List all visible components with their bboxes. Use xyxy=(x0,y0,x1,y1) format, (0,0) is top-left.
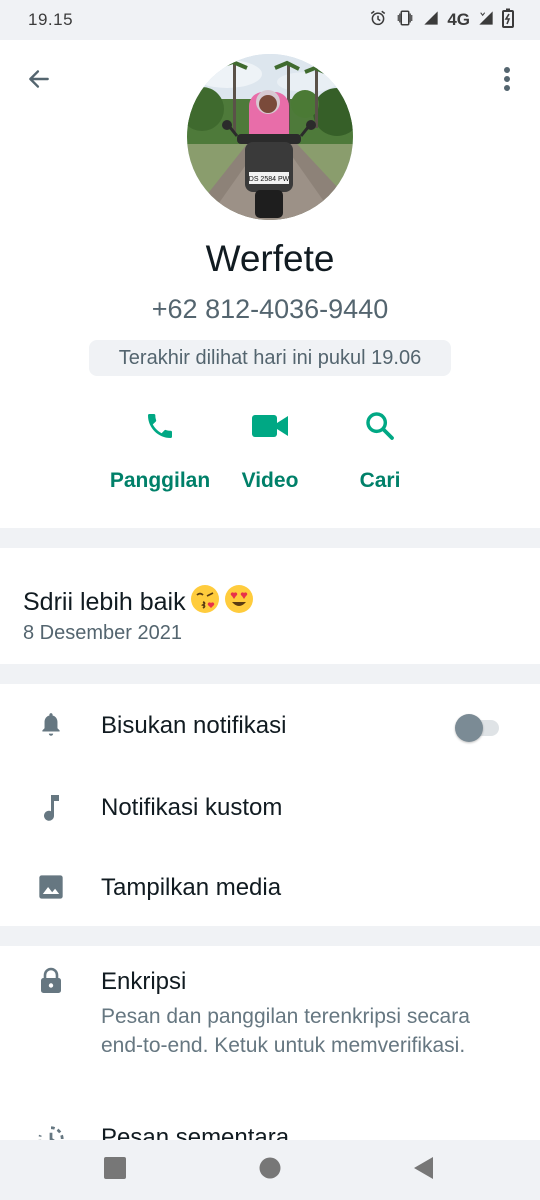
about-status-text: Sdrii lebih baik xyxy=(23,588,186,616)
system-nav-bar xyxy=(0,1140,540,1200)
video-call-button[interactable]: Video xyxy=(210,406,330,506)
media-visibility-label: Tampilkan media xyxy=(101,874,282,901)
mute-toggle[interactable] xyxy=(455,714,501,742)
recents-button[interactable] xyxy=(99,1154,131,1186)
signal-data-icon xyxy=(478,10,494,31)
avatar[interactable]: DS 2584 PW xyxy=(187,54,353,220)
phone-icon xyxy=(144,410,176,447)
plate-text: DS 2584 PW xyxy=(249,176,290,183)
mute-notifications-label: Bisukan notifikasi xyxy=(101,712,287,739)
music-note-icon xyxy=(39,793,63,826)
recents-icon xyxy=(104,1156,126,1184)
encryption-row[interactable]: Enkripsi Pesan dan panggilan terenkripsi… xyxy=(0,946,540,1096)
back-button[interactable] xyxy=(22,64,56,98)
encryption-description: Pesan dan panggilan terenkripsi secara e… xyxy=(101,1005,470,1057)
back-triangle-icon xyxy=(412,1156,434,1185)
video-icon xyxy=(252,413,288,444)
home-icon xyxy=(259,1157,281,1184)
kiss-emoji-icon xyxy=(190,584,220,621)
arrow-left-icon xyxy=(26,66,52,97)
search-label: Cari xyxy=(359,469,401,492)
custom-notifications-row[interactable]: Notifikasi kustom xyxy=(0,768,540,848)
media-visibility-row[interactable]: Tampilkan media xyxy=(0,848,540,928)
encryption-title: Enkripsi xyxy=(101,968,187,995)
about-section[interactable]: Sdrii lebih baik 8 Desember 2021 xyxy=(0,548,540,664)
contact-phone: +62 812-4036-9440 xyxy=(151,294,389,324)
notification-settings: Bisukan notifikasi Notifikasi kustom Tam… xyxy=(0,684,540,926)
security-section: Enkripsi Pesan dan panggilan terenkripsi… xyxy=(0,946,540,1146)
about-date: 8 Desember 2021 xyxy=(23,622,182,644)
home-button[interactable] xyxy=(254,1154,286,1186)
more-vertical-icon xyxy=(503,66,511,97)
status-bar: 19.15 4G xyxy=(0,0,540,40)
search-icon xyxy=(364,410,396,447)
image-icon xyxy=(37,873,65,906)
search-button[interactable]: Cari xyxy=(320,406,440,506)
avatar-photo: DS 2584 PW xyxy=(187,54,353,220)
heart-eyes-emoji-icon xyxy=(224,584,254,621)
last-seen-text: Terakhir dilihat hari ini pukul 19.06 xyxy=(89,340,451,376)
profile-header: DS 2584 PW Werfete +62 812-4036-9440 Ter… xyxy=(0,40,540,528)
contact-name: Werfete xyxy=(205,238,335,279)
custom-notifications-label: Notifikasi kustom xyxy=(101,794,283,821)
mute-toggle-thumb xyxy=(455,714,483,742)
status-icons: 4G xyxy=(369,8,514,32)
more-options-button[interactable] xyxy=(490,64,524,98)
system-back-button[interactable] xyxy=(407,1154,439,1186)
about-status: Sdrii lebih baik xyxy=(23,584,254,621)
bell-icon xyxy=(38,711,64,744)
call-button[interactable]: Panggilan xyxy=(100,406,220,506)
status-time: 19.15 xyxy=(28,10,74,29)
lock-icon xyxy=(39,967,63,1000)
alarm-icon xyxy=(369,9,387,32)
network-type: 4G xyxy=(447,10,470,29)
video-label: Video xyxy=(241,469,299,492)
signal-icon xyxy=(423,10,439,31)
mute-notifications-row[interactable]: Bisukan notifikasi xyxy=(0,686,540,766)
call-label: Panggilan xyxy=(109,469,211,492)
battery-icon xyxy=(502,8,514,33)
vibrate-icon xyxy=(395,9,415,32)
